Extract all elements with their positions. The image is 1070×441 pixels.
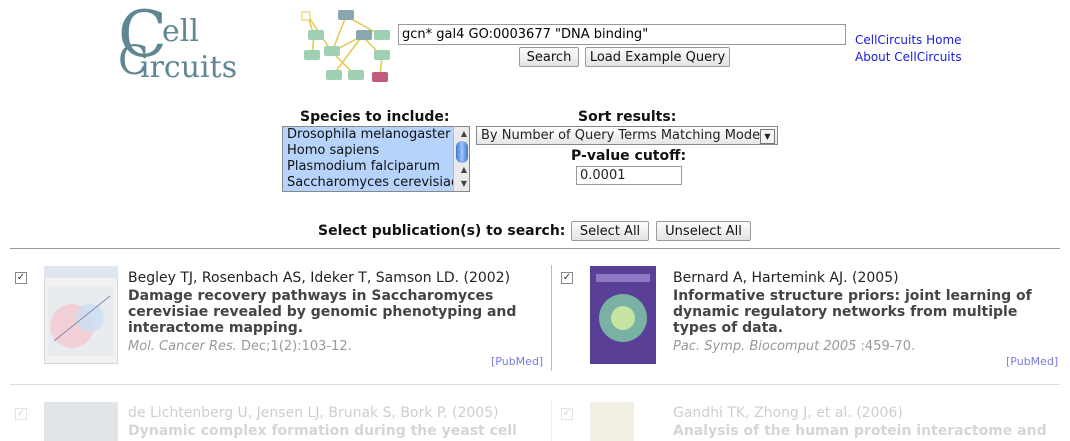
journal-name: Pac. Symp. Biocomput 2005 xyxy=(673,339,857,354)
species-label: Species to include: xyxy=(300,109,450,125)
publication-title-link[interactable]: Analysis of the human protein interactom… xyxy=(673,423,1053,439)
cellcircuits-home-link[interactable]: CellCircuits Home xyxy=(855,32,962,49)
sort-label: Sort results: xyxy=(578,109,677,125)
search-input[interactable] xyxy=(398,24,846,45)
scroll-up-icon[interactable]: ▲ xyxy=(461,165,467,174)
publication-checkbox[interactable]: ✓ xyxy=(15,408,27,420)
select-all-button[interactable]: Select All xyxy=(571,221,649,241)
logo-text-ircuits: ircuits xyxy=(140,50,238,85)
species-option[interactable]: Drosophila melanogaster xyxy=(283,127,455,143)
publication-authors: Bernard A, Hartemink AJ. (2005) xyxy=(673,270,899,286)
scroll-down-icon[interactable]: ▼ xyxy=(461,179,467,188)
load-example-query-button[interactable]: Load Example Query xyxy=(585,47,730,67)
journal-cover-icon[interactable] xyxy=(590,402,634,441)
pvalue-label: P-value cutoff: xyxy=(571,148,687,164)
search-button[interactable]: Search xyxy=(519,47,579,67)
journal-detail: Dec;1(2):103-12. xyxy=(236,339,352,354)
pvalue-input[interactable]: 0.0001 xyxy=(576,166,682,185)
sort-select[interactable]: By Number of Query Terms Matching Model … xyxy=(476,126,778,145)
species-listbox[interactable]: Drosophila melanogaster Homo sapiens Pla… xyxy=(282,126,470,192)
publication-title-link[interactable]: Damage recovery pathways in Saccharomyce… xyxy=(128,288,528,336)
species-option[interactable]: Homo sapiens xyxy=(283,143,455,159)
cellcircuits-logo[interactable]: C ell C ircuits xyxy=(118,0,408,88)
pubmed-link[interactable]: [PubMed] xyxy=(1006,355,1058,368)
journal-name: Mol. Cancer Res. xyxy=(128,339,237,354)
publication-authors: de Lichtenberg U, Jensen LJ, Brunak S, B… xyxy=(128,405,499,421)
publication-checkbox[interactable]: ✓ xyxy=(561,272,573,284)
pubmed-link[interactable]: [PubMed] xyxy=(491,355,543,368)
scrollbar-thumb[interactable] xyxy=(456,141,468,163)
species-option[interactable]: Saccharomyces cerevisiae xyxy=(283,175,459,191)
network-graphic-icon xyxy=(301,10,390,82)
dropdown-arrow-icon[interactable]: ▼ xyxy=(760,129,775,144)
select-publications-label: Select publication(s) to search: xyxy=(318,223,566,239)
sort-select-value: By Number of Query Terms Matching Model xyxy=(481,128,764,143)
journal-cover-icon[interactable] xyxy=(44,402,118,441)
column-divider xyxy=(551,400,552,441)
top-links: CellCircuits Home About CellCircuits xyxy=(855,32,962,66)
publication-checkbox[interactable]: ✓ xyxy=(15,272,27,284)
publication-authors: Gandhi TK, Zhong J, et al. (2006) xyxy=(673,405,903,421)
species-scrollbar[interactable]: ▲ ▲ ▼ xyxy=(453,127,469,191)
scroll-up-icon[interactable]: ▲ xyxy=(461,129,467,138)
divider xyxy=(10,248,1060,249)
about-cellcircuits-link[interactable]: About CellCircuits xyxy=(855,49,962,66)
publication-title-link[interactable]: Informative structure priors: joint lear… xyxy=(673,288,1053,336)
publication-checkbox[interactable]: ✓ xyxy=(561,408,573,420)
journal-cover-icon[interactable] xyxy=(44,266,118,364)
species-option[interactable]: Plasmodium falciparum xyxy=(283,159,455,175)
unselect-all-button[interactable]: Unselect All xyxy=(656,221,751,241)
logo-text-ell: ell xyxy=(162,14,199,49)
publication-authors: Begley TJ, Rosenbach AS, Ideker T, Samso… xyxy=(128,270,511,286)
divider xyxy=(10,384,1060,385)
journal-detail: :459-70. xyxy=(856,339,916,354)
journal-cover-icon[interactable] xyxy=(590,266,656,364)
column-divider xyxy=(551,265,552,371)
publication-title-link[interactable]: Dynamic complex formation during the yea… xyxy=(128,423,528,439)
